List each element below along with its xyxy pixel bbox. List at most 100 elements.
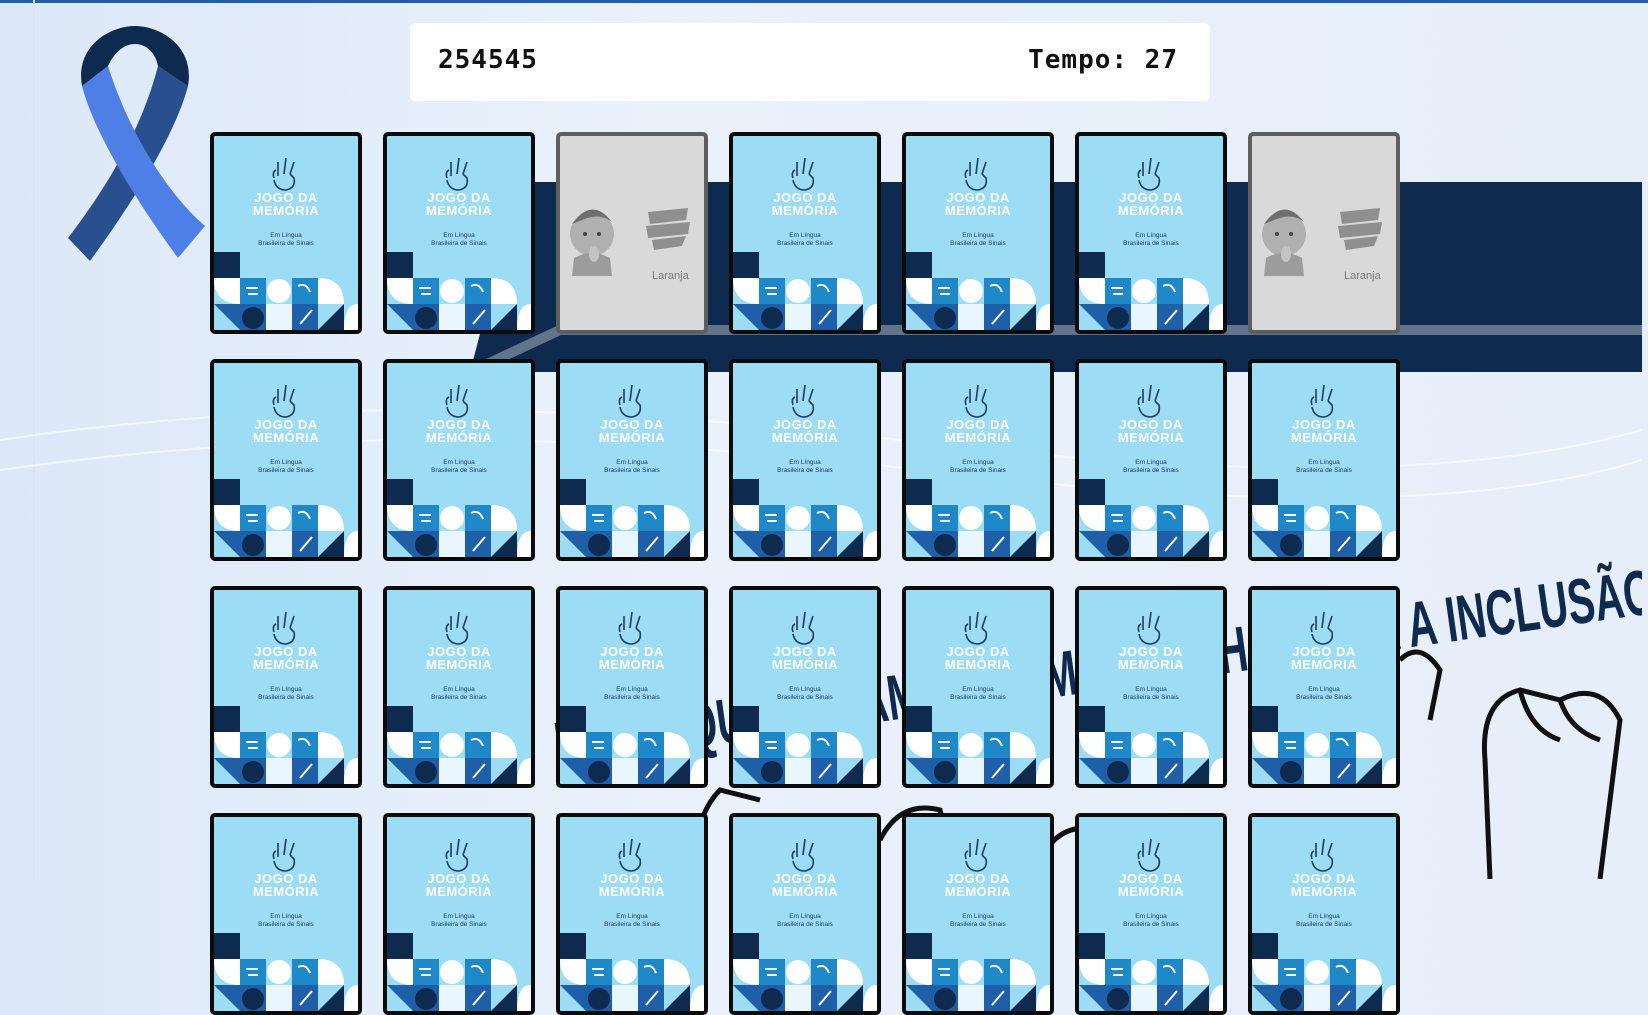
card-subtitle: Em Língua Brasileira de Sinais xyxy=(950,913,1006,928)
libras-hand-icon xyxy=(618,611,642,645)
card-subtitle: Em Língua Brasileira de Sinais xyxy=(950,232,1006,247)
memory-card[interactable]: JOGO DA MEMÓRIA Em Língua Brasileira de Sin… xyxy=(556,359,708,561)
card-title: JOGO DA MEMÓRIA xyxy=(944,190,1012,218)
card-subtitle: Em Língua Brasileira de Sinais xyxy=(431,913,487,928)
card-title: JOGO DA MEMÓRIA xyxy=(944,417,1012,445)
card-subtitle: Em Língua Brasileira de Sinais xyxy=(258,232,314,247)
card-title: JOGO DA MEMÓRIA xyxy=(944,871,1012,899)
memory-card[interactable]: JOGO DA MEMÓRIA Em Língua Brasileira de Sin… xyxy=(729,813,881,1015)
memory-card[interactable]: JOGO DA MEMÓRIA Em Língua Brasileira de Sin… xyxy=(210,359,362,561)
memory-card-revealed[interactable]: Laranja xyxy=(556,132,708,334)
memory-card-revealed[interactable]: Laranja xyxy=(1248,132,1400,334)
memory-card[interactable]: JOGO DA MEMÓRIA Em Língua Brasileira de Sin… xyxy=(383,586,535,788)
card-label: Laranja xyxy=(1344,270,1381,282)
libras-hand-icon xyxy=(791,611,815,645)
score-value: 254545 xyxy=(438,45,538,75)
card-title: JOGO DA MEMÓRIA xyxy=(1290,417,1358,445)
orange-brush-icon xyxy=(646,208,690,250)
card-title: JOGO DA MEMÓRIA xyxy=(1117,644,1185,672)
libras-hand-icon xyxy=(1137,384,1161,418)
card-subtitle: Em Língua Brasileira de Sinais xyxy=(431,686,487,701)
card-subtitle: Em Língua Brasileira de Sinais xyxy=(777,232,833,247)
memory-card[interactable]: JOGO DA MEMÓRIA Em Língua Brasileira de Sin… xyxy=(902,132,1054,334)
memory-card[interactable]: JOGO DA MEMÓRIA Em Língua Brasileira de Sin… xyxy=(729,132,881,334)
libras-hand-icon xyxy=(272,384,296,418)
libras-hand-icon xyxy=(1310,838,1334,872)
libras-hand-icon xyxy=(791,157,815,191)
libras-hand-icon xyxy=(964,384,988,418)
card-label: Laranja xyxy=(652,270,689,282)
memory-card[interactable]: JOGO DA MEMÓRIA Em Língua Brasileira de Sin… xyxy=(1075,586,1227,788)
memory-card[interactable]: JOGO DA MEMÓRIA Em Língua Brasileira de Sin… xyxy=(729,586,881,788)
card-subtitle: Em Língua Brasileira de Sinais xyxy=(604,913,660,928)
memory-card[interactable]: JOGO DA MEMÓRIA Em Língua Brasileira de Sin… xyxy=(902,813,1054,1015)
boy-signing-icon xyxy=(570,209,614,276)
card-subtitle: Em Língua Brasileira de Sinais xyxy=(950,686,1006,701)
memory-card[interactable]: JOGO DA MEMÓRIA Em Língua Brasileira de Sin… xyxy=(1075,359,1227,561)
memory-card[interactable]: JOGO DA MEMÓRIA Em Língua Brasileira de Sin… xyxy=(210,813,362,1015)
libras-hand-icon xyxy=(445,838,469,872)
libras-hand-icon xyxy=(1137,611,1161,645)
memory-card[interactable]: JOGO DA MEMÓRIA Em Língua Brasileira de Sin… xyxy=(1075,813,1227,1015)
libras-hand-icon xyxy=(1310,611,1334,645)
card-subtitle: Em Língua Brasileira de Sinais xyxy=(1123,232,1179,247)
libras-hand-icon xyxy=(445,611,469,645)
libras-hand-icon xyxy=(272,611,296,645)
card-title: JOGO DA MEMÓRIA xyxy=(771,190,839,218)
memory-card[interactable]: JOGO DA MEMÓRIA Em Língua Brasileira de Sin… xyxy=(556,586,708,788)
card-title: JOGO DA MEMÓRIA xyxy=(252,417,320,445)
memory-card[interactable]: JOGO DA MEMÓRIA Em Língua Brasileira de Sin… xyxy=(556,813,708,1015)
card-title: JOGO DA MEMÓRIA xyxy=(425,417,493,445)
card-title: JOGO DA MEMÓRIA xyxy=(598,417,666,445)
libras-hand-icon xyxy=(964,838,988,872)
card-title: JOGO DA MEMÓRIA xyxy=(252,871,320,899)
libras-hand-icon xyxy=(964,157,988,191)
card-title: JOGO DA MEMÓRIA xyxy=(425,644,493,672)
card-title: JOGO DA MEMÓRIA xyxy=(598,871,666,899)
card-title: JOGO DA MEMÓRIA xyxy=(252,190,320,218)
memory-card[interactable]: JOGO DA MEMÓRIA Em Língua Brasileira de Sin… xyxy=(729,359,881,561)
memory-card[interactable]: JOGO DA MEMÓRIA Em Língua Brasileira de Sin… xyxy=(902,359,1054,561)
orange-brush-icon xyxy=(1338,208,1382,250)
card-subtitle: Em Língua Brasileira de Sinais xyxy=(1296,913,1352,928)
memory-card[interactable]: JOGO DA MEMÓRIA Em Língua Brasileira de Sin… xyxy=(1075,132,1227,334)
card-title: JOGO DA MEMÓRIA xyxy=(771,417,839,445)
card-subtitle: Em Língua Brasileira de Sinais xyxy=(604,686,660,701)
memory-card[interactable]: JOGO DA MEMÓRIA Em Língua Brasileira de Sin… xyxy=(383,132,535,334)
card-subtitle: Em Língua Brasileira de Sinais xyxy=(777,686,833,701)
memory-card[interactable]: JOGO DA MEMÓRIA Em Língua Brasileira de Sin… xyxy=(902,586,1054,788)
memory-card[interactable]: JOGO DA MEMÓRIA Em Língua Brasileira de Sin… xyxy=(210,132,362,334)
memory-card[interactable]: JOGO DA MEMÓRIA Em Língua Brasileira de Sin… xyxy=(1248,359,1400,561)
card-title: JOGO DA MEMÓRIA xyxy=(598,644,666,672)
libras-hand-icon xyxy=(1137,838,1161,872)
card-subtitle: Em Língua Brasileira de Sinais xyxy=(431,232,487,247)
card-subtitle: Em Língua Brasileira de Sinais xyxy=(1123,913,1179,928)
libras-hand-icon xyxy=(1137,157,1161,191)
card-title: JOGO DA MEMÓRIA xyxy=(1290,644,1358,672)
card-title: JOGO DA MEMÓRIA xyxy=(1117,417,1185,445)
card-subtitle: Em Língua Brasileira de Sinais xyxy=(258,913,314,928)
card-title: JOGO DA MEMÓRIA xyxy=(1117,871,1185,899)
card-subtitle: Em Língua Brasileira de Sinais xyxy=(950,459,1006,474)
score-panel: 254545 Tempo: 27 xyxy=(410,23,1210,101)
timer-value: Tempo: 27 xyxy=(1028,45,1178,75)
memory-card[interactable]: JOGO DA MEMÓRIA Em Língua Brasileira de Sin… xyxy=(383,359,535,561)
memory-card[interactable]: JOGO DA MEMÓRIA Em Língua Brasileira de Sin… xyxy=(383,813,535,1015)
libras-hand-icon xyxy=(1310,384,1334,418)
memory-card[interactable]: JOGO DA MEMÓRIA Em Língua Brasileira de Sin… xyxy=(1248,813,1400,1015)
card-title: JOGO DA MEMÓRIA xyxy=(425,190,493,218)
card-title: JOGO DA MEMÓRIA xyxy=(1290,871,1358,899)
card-subtitle: Em Língua Brasileira de Sinais xyxy=(431,459,487,474)
memory-card[interactable]: JOGO DA MEMÓRIA Em Língua Brasileira de Sin… xyxy=(1248,586,1400,788)
card-title: JOGO DA MEMÓRIA xyxy=(1117,190,1185,218)
memory-card[interactable]: JOGO DA MEMÓRIA Em Língua Brasileira de Sin… xyxy=(210,586,362,788)
card-subtitle: Em Língua Brasileira de Sinais xyxy=(1296,686,1352,701)
card-title: JOGO DA MEMÓRIA xyxy=(944,644,1012,672)
libras-hand-icon xyxy=(964,611,988,645)
card-title: JOGO DA MEMÓRIA xyxy=(771,871,839,899)
awareness-ribbon-icon xyxy=(68,26,205,261)
card-subtitle: Em Língua Brasileira de Sinais xyxy=(1123,459,1179,474)
libras-hand-icon xyxy=(791,838,815,872)
card-subtitle: Em Língua Brasileira de Sinais xyxy=(258,686,314,701)
libras-hand-icon xyxy=(618,384,642,418)
